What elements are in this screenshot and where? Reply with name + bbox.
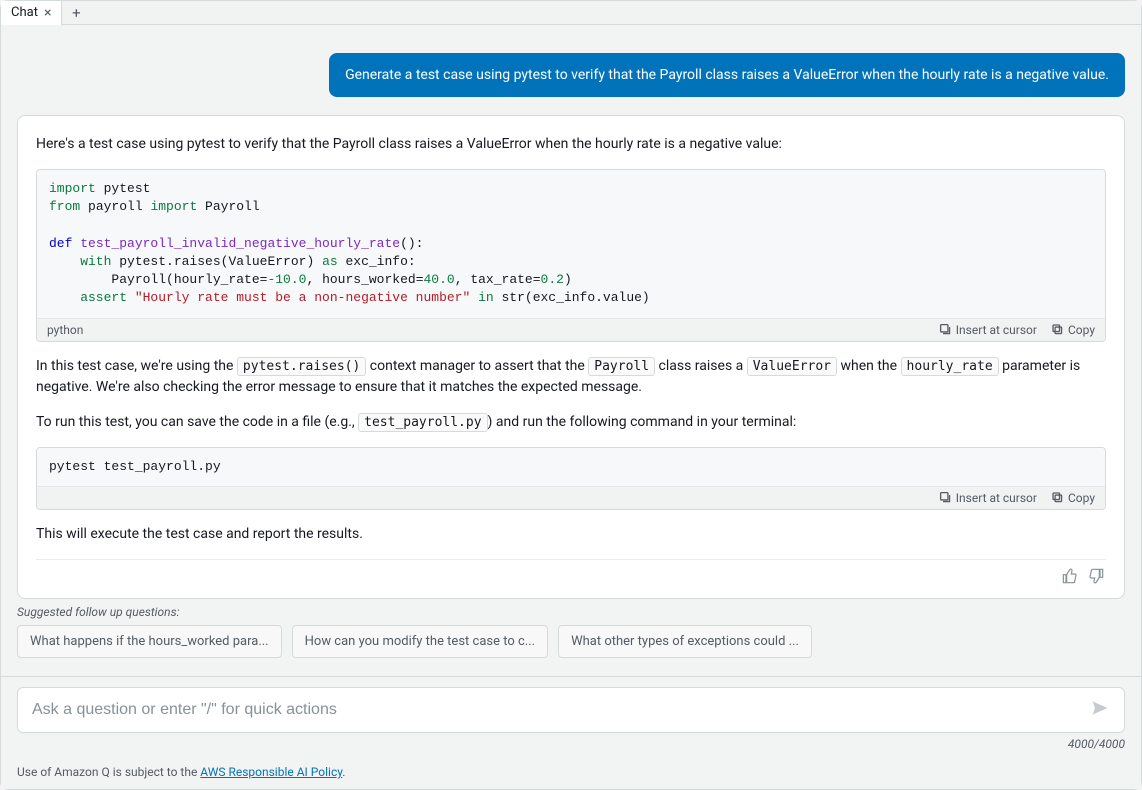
chat-input[interactable] bbox=[32, 701, 1090, 719]
input-area: 4000/4000 Use of Amazon Q is subject to … bbox=[1, 676, 1141, 789]
assistant-message: Here's a test case using pytest to verif… bbox=[17, 115, 1125, 599]
code-footer: python Insert at cursor Copy bbox=[37, 318, 1105, 341]
thumbs-down-icon[interactable] bbox=[1088, 568, 1104, 584]
responsible-ai-link[interactable]: AWS Responsible AI Policy bbox=[200, 765, 342, 779]
insert-icon bbox=[939, 323, 952, 336]
insert-at-cursor-button[interactable]: Insert at cursor bbox=[939, 323, 1037, 337]
tab-label: Chat bbox=[11, 5, 38, 20]
assistant-intro: Here's a test case using pytest to verif… bbox=[36, 134, 1106, 155]
insert-icon bbox=[939, 491, 952, 504]
copy-button[interactable]: Copy bbox=[1051, 491, 1095, 505]
code-block-2: pytest test_payroll.py Insert at cursor … bbox=[36, 447, 1106, 510]
insert-at-cursor-button[interactable]: Insert at cursor bbox=[939, 491, 1037, 505]
thumbs-up-icon[interactable] bbox=[1062, 568, 1078, 584]
code-footer: Insert at cursor Copy bbox=[37, 486, 1105, 509]
suggested-question-1[interactable]: What happens if the hours_worked para... bbox=[17, 625, 282, 658]
inline-code: Payroll bbox=[588, 357, 655, 376]
user-message: Generate a test case using pytest to ver… bbox=[329, 53, 1125, 97]
feedback-row bbox=[36, 559, 1106, 588]
suggested-row: What happens if the hours_worked para...… bbox=[1, 625, 1141, 670]
tab-chat[interactable]: Chat × bbox=[1, 1, 62, 25]
copy-button[interactable]: Copy bbox=[1051, 323, 1095, 337]
inline-code: ValueError bbox=[747, 357, 837, 376]
suggested-question-3[interactable]: What other types of exceptions could ... bbox=[558, 625, 812, 658]
code-block-1: import pytest from payroll import Payrol… bbox=[36, 169, 1106, 341]
code-content: import pytest from payroll import Payrol… bbox=[37, 170, 1105, 317]
close-icon[interactable]: × bbox=[44, 6, 51, 20]
tab-bar: Chat × + bbox=[1, 1, 1141, 25]
assistant-explain-2: To run this test, you can save the code … bbox=[36, 412, 1106, 433]
suggested-question-2[interactable]: How can you modify the test case to c... bbox=[292, 625, 548, 658]
code-content: pytest test_payroll.py bbox=[37, 448, 1105, 486]
chat-input-wrapper[interactable] bbox=[17, 687, 1125, 733]
inline-code: pytest.raises() bbox=[237, 357, 366, 376]
copy-icon bbox=[1051, 323, 1064, 336]
send-button[interactable] bbox=[1090, 698, 1110, 722]
assistant-outro: This will execute the test case and repo… bbox=[36, 524, 1106, 545]
inline-code: test_payroll.py bbox=[358, 413, 487, 432]
code-language-label: python bbox=[47, 323, 83, 337]
inline-code: hourly_rate bbox=[901, 357, 999, 376]
user-message-row: Generate a test case using pytest to ver… bbox=[17, 53, 1125, 97]
chat-area: Generate a test case using pytest to ver… bbox=[1, 25, 1141, 599]
send-icon bbox=[1090, 698, 1110, 718]
assistant-explain-1: In this test case, we're using the pytes… bbox=[36, 356, 1106, 398]
copy-icon bbox=[1051, 491, 1064, 504]
new-tab-button[interactable]: + bbox=[62, 4, 90, 22]
suggested-label: Suggested follow up questions: bbox=[17, 605, 1125, 619]
char-count: 4000/4000 bbox=[17, 737, 1125, 751]
disclaimer: Use of Amazon Q is subject to the AWS Re… bbox=[17, 765, 1125, 779]
